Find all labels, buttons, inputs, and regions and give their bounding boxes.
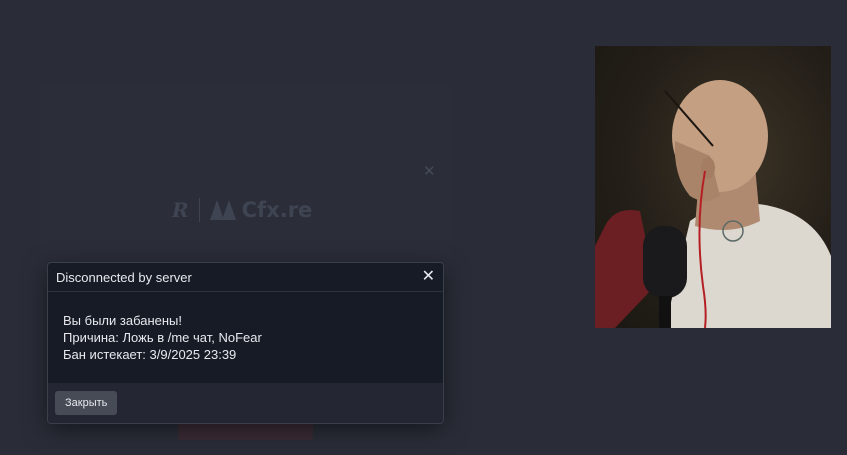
ban-reason: Причина: Ложь в /me чат, NoFear bbox=[63, 330, 262, 345]
dialog-footer: Закрыть bbox=[48, 383, 443, 423]
cfx-logo: Cfx.re bbox=[209, 198, 313, 222]
disconnect-dialog: Disconnected by server ✕ Вы были забанен… bbox=[47, 262, 444, 424]
dialog-body: Вы были забанены! Причина: Ложь в /me ча… bbox=[48, 292, 443, 382]
cfx-icon bbox=[209, 200, 236, 220]
ban-expiry: Бан истекает: 3/9/2025 23:39 bbox=[63, 347, 237, 362]
ban-message: Вы были забанены! bbox=[63, 313, 182, 328]
cfx-label: Cfx.re bbox=[241, 198, 313, 222]
dialog-title: Disconnected by server bbox=[56, 269, 192, 285]
close-button[interactable]: Закрыть bbox=[55, 391, 118, 415]
webcam-illustration bbox=[595, 80, 831, 328]
background-close-icon: ✕ bbox=[423, 163, 436, 180]
logo-divider bbox=[198, 198, 200, 222]
background-logos: R Cfx.re bbox=[172, 198, 312, 222]
dialog-header: Disconnected by server ✕ bbox=[48, 263, 443, 292]
webcam-overlay bbox=[595, 46, 831, 328]
rockstar-logo-icon: R bbox=[172, 198, 189, 222]
close-icon[interactable]: ✕ bbox=[422, 269, 435, 285]
